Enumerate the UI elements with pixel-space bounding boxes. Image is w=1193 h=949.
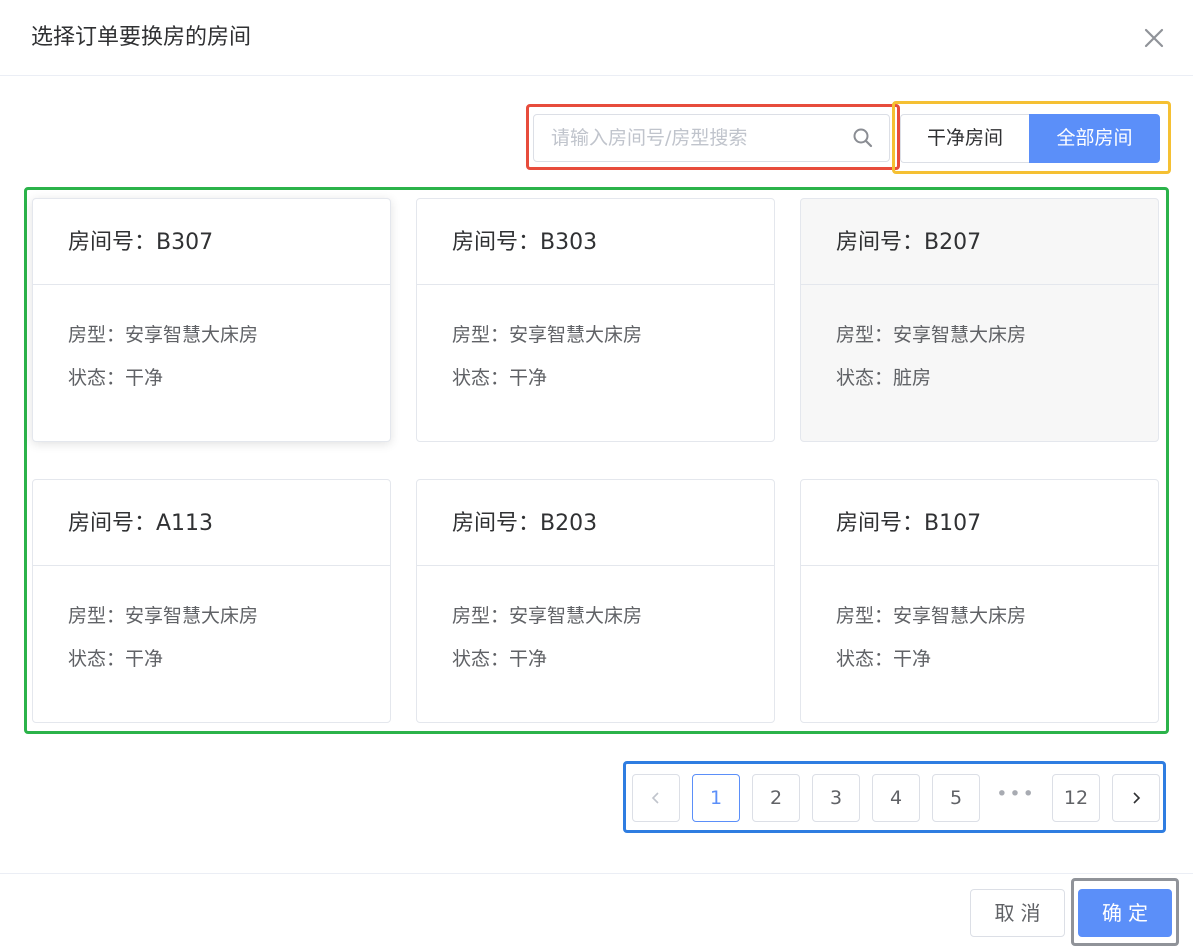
page-12-button[interactable]: 12 bbox=[1052, 774, 1100, 822]
confirm-button[interactable]: 确定 bbox=[1078, 889, 1172, 937]
close-icon[interactable] bbox=[1140, 24, 1168, 52]
room-status: 状态：干净 bbox=[836, 648, 932, 670]
page-2-button[interactable]: 2 bbox=[752, 774, 800, 822]
footer-divider bbox=[0, 873, 1193, 874]
room-status: 状态：脏房 bbox=[836, 367, 932, 389]
search-input[interactable] bbox=[551, 115, 851, 161]
room-status: 状态：干净 bbox=[68, 648, 164, 670]
page-4-button[interactable]: 4 bbox=[872, 774, 920, 822]
cancel-button[interactable]: 取消 bbox=[970, 889, 1065, 937]
room-number: 房间号：B207 bbox=[801, 199, 1158, 285]
dialog-title: 选择订单要换房的房间 bbox=[31, 25, 252, 50]
prev-page-button[interactable] bbox=[632, 774, 680, 822]
room-card[interactable]: 房间号：B107 房型：安享智慧大床房 状态：干净 bbox=[800, 479, 1159, 723]
room-card[interactable]: 房间号：A113 房型：安享智慧大床房 状态：干净 bbox=[32, 479, 391, 723]
dialog-header: 选择订单要换房的房间 bbox=[0, 0, 1193, 76]
room-status: 状态：干净 bbox=[452, 367, 548, 389]
room-number: 房间号：B203 bbox=[417, 480, 774, 566]
search-field[interactable] bbox=[533, 114, 890, 162]
room-card[interactable]: 房间号：B203 房型：安享智慧大床房 状态：干净 bbox=[416, 479, 775, 723]
page-3-button[interactable]: 3 bbox=[812, 774, 860, 822]
room-status: 状态：干净 bbox=[68, 367, 164, 389]
room-number: 房间号：B303 bbox=[417, 199, 774, 285]
room-type: 房型：安享智慧大床房 bbox=[452, 324, 643, 346]
page-5-button[interactable]: 5 bbox=[932, 774, 980, 822]
room-number: 房间号：B107 bbox=[801, 480, 1158, 566]
page-1-button[interactable]: 1 bbox=[692, 774, 740, 822]
room-status: 状态：干净 bbox=[452, 648, 548, 670]
room-type: 房型：安享智慧大床房 bbox=[68, 324, 259, 346]
next-page-button[interactable] bbox=[1112, 774, 1160, 822]
room-number: 房间号：B307 bbox=[33, 199, 390, 285]
page-ellipsis[interactable]: ••• bbox=[992, 774, 1040, 822]
search-icon[interactable] bbox=[852, 127, 874, 149]
filter-clean-rooms-button[interactable]: 干净房间 bbox=[900, 114, 1029, 163]
room-type: 房型：安享智慧大床房 bbox=[68, 605, 259, 627]
room-number: 房间号：A113 bbox=[33, 480, 390, 566]
room-card[interactable]: 房间号：B303 房型：安享智慧大床房 状态：干净 bbox=[416, 198, 775, 442]
room-type: 房型：安享智慧大床房 bbox=[452, 605, 643, 627]
chevron-left-icon bbox=[649, 787, 663, 809]
room-card[interactable]: 房间号：B207 房型：安享智慧大床房 状态：脏房 bbox=[800, 198, 1159, 442]
chevron-right-icon bbox=[1129, 787, 1143, 809]
room-type: 房型：安享智慧大床房 bbox=[836, 324, 1027, 346]
filter-all-rooms-button[interactable]: 全部房间 bbox=[1029, 114, 1160, 163]
room-card[interactable]: 房间号：B307 房型：安享智慧大床房 状态：干净 bbox=[32, 198, 391, 442]
room-type: 房型：安享智慧大床房 bbox=[836, 605, 1027, 627]
